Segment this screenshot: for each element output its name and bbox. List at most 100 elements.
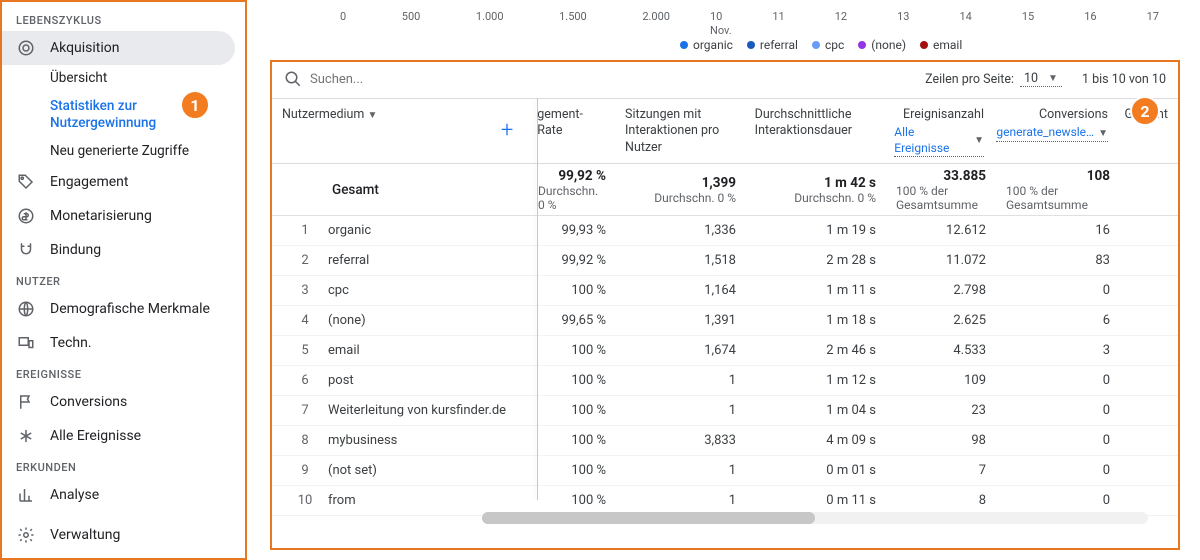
table-header: Nutzermedium ▼ + gement-Rate Sitzungen m… — [272, 98, 1178, 164]
target-icon — [16, 38, 36, 58]
conversions-filter[interactable]: generate_newsle…▼ — [996, 125, 1108, 142]
main-content: 0 500 1.000 1.500 2.000 10 11 12 13 14 1… — [260, 0, 1200, 560]
row-events: 2.798 — [886, 279, 996, 302]
row-index: 3 — [282, 283, 328, 298]
row-events: 2.625 — [886, 309, 996, 332]
col-sessions[interactable]: Sitzungen mit Interaktionen pro Nutzer — [615, 99, 745, 163]
sidebar-label: Demografische Merkmale — [50, 301, 210, 317]
sidebar-item-tech[interactable]: Techn. — [2, 326, 245, 360]
row-index: 4 — [282, 313, 328, 328]
sidebar-label: Akquisition — [50, 40, 120, 56]
row-medium: Weiterleitung von kursfinder.de — [328, 403, 506, 418]
col-medium[interactable]: Nutzermedium ▼ + — [272, 99, 527, 163]
sub-new-access[interactable]: Neu generierte Zugriffe — [50, 138, 245, 166]
table-row[interactable]: 1organic99,93 %1,3361 m 19 s12.61216 — [272, 216, 1178, 246]
search-input[interactable] — [310, 72, 510, 87]
row-sessions: 1,391 — [616, 309, 746, 332]
row-medium: organic — [328, 223, 371, 238]
table-body: 1organic99,93 %1,3361 m 19 s12.612162ref… — [272, 216, 1178, 516]
sidebar-item-analysis[interactable]: Analyse — [2, 478, 245, 512]
annotation-badge-2: 2 — [1130, 96, 1160, 126]
col-conversions[interactable]: Conversions generate_newsle…▼ — [994, 99, 1118, 163]
row-duration: 0 m 01 s — [746, 459, 886, 482]
row-duration: 2 m 46 s — [746, 339, 886, 362]
sidebar-item-conversions[interactable]: Conversions — [2, 385, 245, 419]
row-medium: email — [328, 343, 360, 358]
sidebar-item-acquisition[interactable]: Akquisition — [2, 31, 235, 65]
annotation-badge-1: 1 — [180, 90, 210, 120]
legend-cpc[interactable]: cpc — [812, 38, 844, 52]
row-events: 4.533 — [886, 339, 996, 362]
sub-overview[interactable]: Übersicht — [50, 65, 245, 93]
horizontal-scrollbar[interactable] — [482, 512, 1148, 524]
sub-user-stats[interactable]: Statistiken zur Nutzergewinnung — [50, 93, 245, 138]
row-duration: 1 m 19 s — [746, 219, 886, 242]
table-row[interactable]: 3cpc100 %1,1641 m 11 s2.7980 — [272, 276, 1178, 306]
add-dimension-button[interactable]: + — [501, 117, 513, 146]
sidebar-label: Techn. — [50, 335, 92, 351]
row-events: 8 — [886, 489, 996, 512]
globe-icon — [16, 299, 36, 319]
legend-email[interactable]: email — [920, 38, 962, 52]
chevron-down-icon: ▼ — [1048, 73, 1058, 84]
sidebar-item-all-events[interactable]: Alle Ereignisse — [2, 419, 245, 453]
sidebar-item-admin[interactable]: Verwaltung — [2, 518, 245, 552]
sidebar-item-monetization[interactable]: Monetarisierung — [2, 199, 245, 233]
col-avgdur[interactable]: Durchschnittliche Interaktionsdauer — [745, 99, 885, 163]
row-medium: (none) — [328, 313, 366, 328]
events-filter[interactable]: Alle Ereignisse▼ — [894, 125, 984, 157]
table-row[interactable]: 2referral99,92 %1,5182 m 28 s11.07283 — [272, 246, 1178, 276]
flag-icon — [16, 392, 36, 412]
row-rate: 99,93 % — [528, 219, 616, 242]
row-sessions: 1,518 — [616, 249, 746, 272]
row-index: 2 — [282, 253, 328, 268]
row-rate: 100 % — [528, 399, 616, 422]
legend-organic[interactable]: organic — [680, 38, 733, 52]
table-row[interactable]: 4(none)99,65 %1,3911 m 18 s2.6256 — [272, 306, 1178, 336]
dot-icon — [812, 41, 820, 49]
legend-none[interactable]: (none) — [858, 38, 906, 52]
row-duration: 1 m 04 s — [746, 399, 886, 422]
data-panel: Zeilen pro Seite: 10▼ 1 bis 10 von 10 Nu… — [270, 60, 1180, 550]
sidebar-item-retention[interactable]: Bindung — [2, 233, 245, 267]
rpp-select[interactable]: 10▼ — [1020, 71, 1062, 87]
row-rate: 99,65 % — [528, 309, 616, 332]
table-row[interactable]: 7Weiterleitung von kursfinder.de100 %11 … — [272, 396, 1178, 426]
magnet-icon — [16, 240, 36, 260]
chart-legend: organic referral cpc (none) email — [680, 38, 962, 52]
table-row[interactable]: 8mybusiness100 %3,8334 m 09 s980 — [272, 426, 1178, 456]
search-box[interactable] — [284, 70, 925, 88]
table-row[interactable]: 5email100 %1,6742 m 46 s4.5333 — [272, 336, 1178, 366]
scroll-thumb[interactable] — [482, 512, 815, 524]
sidebar-label: Engagement — [50, 174, 128, 190]
sidebar-item-engagement[interactable]: Engagement — [2, 165, 245, 199]
table-row[interactable]: 6post100 %11 m 12 s1090 — [272, 366, 1178, 396]
row-medium: from — [328, 493, 356, 508]
row-events: 98 — [886, 429, 996, 452]
sidebar-label: Bindung — [50, 242, 101, 258]
section-user: NUTZER — [2, 267, 245, 292]
col-rate[interactable]: gement-Rate — [527, 99, 615, 163]
table-wrap: Nutzermedium ▼ + gement-Rate Sitzungen m… — [272, 98, 1178, 524]
table-row[interactable]: 9(not set)100 %10 m 01 s70 — [272, 456, 1178, 486]
col-events[interactable]: Ereignisanzahl Alle Ereignisse▼ — [884, 99, 994, 163]
total-duration: 1 m 42 s — [824, 175, 876, 191]
sidebar-label: Conversions — [50, 394, 127, 410]
legend-referral[interactable]: referral — [747, 38, 798, 52]
row-index: 8 — [282, 433, 328, 448]
row-conversions: 16 — [996, 219, 1120, 242]
sidebar-item-demographics[interactable]: Demografische Merkmale — [2, 292, 245, 326]
gear-icon — [16, 525, 36, 545]
row-rate: 100 % — [528, 429, 616, 452]
row-conversions: 6 — [996, 309, 1120, 332]
row-duration: 1 m 12 s — [746, 369, 886, 392]
acquisition-subitems: Übersicht Statistiken zur Nutzergewinnun… — [2, 65, 245, 165]
day-tick: 16 — [1084, 10, 1096, 23]
dot-icon — [747, 41, 755, 49]
row-conversions: 3 — [996, 339, 1120, 362]
totals-row: Gesamt 99,92 %Durchschn. 0 % 1,399Durchs… — [272, 164, 1178, 216]
day-tick: 12 — [835, 10, 847, 23]
dot-icon — [858, 41, 866, 49]
row-medium: mybusiness — [328, 433, 397, 448]
chart-icon — [16, 485, 36, 505]
